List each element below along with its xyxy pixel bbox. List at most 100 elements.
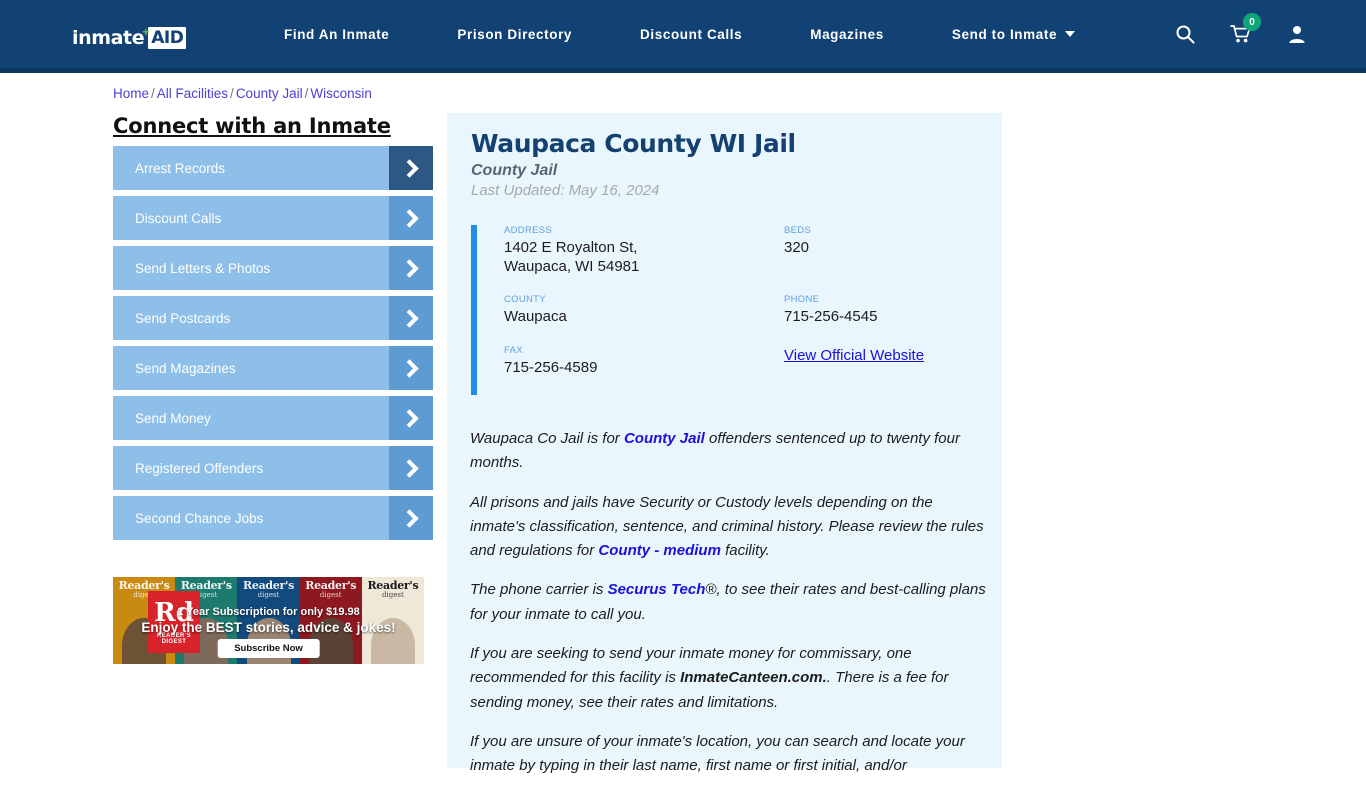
nav-item-prison-directory[interactable]: Prison Directory — [423, 27, 606, 42]
breadcrumb-item-wisconsin[interactable]: Wisconsin — [310, 86, 372, 101]
sidebar-item-label: Send Letters & Photos — [135, 260, 271, 276]
last-updated: Last Updated: May 16, 2024 — [471, 182, 660, 199]
view-official-website-link[interactable]: View Official Website — [784, 347, 924, 364]
advertisement-banner[interactable]: Reader's digest Reader's digest Reader's… — [113, 577, 424, 664]
info-label: FAX — [504, 344, 523, 356]
nav-item-magazines[interactable]: Magazines — [776, 27, 918, 42]
facility-description: Waupaca Co Jail is for County Jail offen… — [470, 427, 986, 794]
sidebar-item-discount-calls[interactable]: Discount Calls — [113, 196, 433, 240]
facility-type: County Jail — [471, 162, 558, 179]
cart-count-badge: 0 — [1243, 13, 1261, 31]
ad-cover-title: Reader's — [305, 579, 357, 592]
paragraph-5: If you are unsure of your inmate's locat… — [470, 732, 965, 775]
info-value-fax: 715-256-4589 — [504, 358, 598, 376]
ad-cover-title: Reader's — [118, 579, 170, 592]
sidebar-item-label: Send Postcards — [135, 310, 231, 326]
chevron-right-icon — [389, 246, 433, 290]
main-nav: Find An Inmate Prison Directory Discount… — [250, 0, 1109, 68]
paragraph-3: The phone carrier is Securus Tech®, to s… — [470, 578, 986, 627]
nav-item-send-to-inmate[interactable]: Send to Inmate — [918, 27, 1109, 42]
breadcrumb: Home / All Facilities / County Jail / Wisconsi… — [113, 86, 372, 101]
breadcrumb-separator: / — [151, 86, 155, 101]
ad-cover-sub: digest — [257, 591, 280, 599]
ad-headline-secondary: Enjoy the BEST stories, advice & jokes! — [141, 620, 396, 635]
chevron-right-icon — [389, 196, 433, 240]
info-label: BEDS — [784, 225, 812, 236]
ad-cover-sub: digest — [319, 591, 342, 599]
info-label: ADDRESS — [504, 225, 553, 236]
info-value-county: Waupaca — [504, 308, 567, 326]
info-cell-address: ADDRESS 1402 E Royalton St, Waupaca, WI … — [504, 225, 784, 276]
facility-info-grid: ADDRESS 1402 E Royalton St, Waupaca, WI … — [504, 225, 981, 395]
ad-cover-title: Reader's — [243, 579, 294, 592]
sidebar-button-list: Arrest Records Discount Calls Send Lette… — [113, 146, 433, 546]
ad-subscribe-button[interactable]: Subscribe Now — [217, 639, 320, 658]
sidebar-item-send-letters-photos[interactable]: Send Letters & Photos — [113, 246, 433, 290]
header-bottom-strip — [0, 68, 1366, 73]
logo-plus-icon: + — [142, 25, 150, 39]
info-value-beds: 320 — [784, 239, 810, 256]
facility-info-block: ADDRESS 1402 E Royalton St, Waupaca, WI … — [471, 225, 981, 395]
ad-headline-primary: 1 Year Subscription for only $19.98 — [177, 606, 360, 618]
info-value-phone: 715-256-4545 — [784, 308, 878, 326]
info-value-address: 1402 E Royalton St, Waupaca, WI 54981 — [504, 239, 640, 276]
sidebar-item-label: Second Chance Jobs — [135, 510, 264, 526]
chevron-right-icon — [389, 446, 433, 490]
sidebar-item-label: Arrest Records — [135, 160, 226, 176]
p4-inmatecanteen[interactable]: InmateCanteen.com. — [680, 669, 827, 686]
nav-item-discount-calls[interactable]: Discount Calls — [606, 27, 776, 42]
sidebar-item-label: Registered Offenders — [135, 460, 264, 476]
paragraph-1: Waupaca Co Jail is for County Jail offen… — [470, 427, 986, 476]
chevron-right-icon — [389, 346, 433, 390]
site-logo[interactable]: inmate + AID — [72, 25, 187, 51]
info-label: COUNTY — [504, 294, 546, 306]
p2-link-county-medium[interactable]: County - medium — [598, 542, 721, 559]
info-label: PHONE — [784, 294, 820, 306]
breadcrumb-separator: / — [230, 86, 234, 101]
sidebar-item-registered-offenders[interactable]: Registered Offenders — [113, 446, 433, 490]
sidebar-item-send-money[interactable]: Send Money — [113, 396, 433, 440]
p1-link-county-jail[interactable]: County Jail — [624, 430, 705, 447]
p3-text-a: The phone carrier is — [470, 581, 608, 599]
chevron-right-icon — [389, 396, 433, 440]
info-cell-fax: FAX 715-256-4589 — [504, 345, 784, 377]
header-icon-group: 0 — [1174, 0, 1308, 68]
info-cell-website: View Official Website — [784, 345, 1014, 377]
chevron-right-icon — [389, 146, 433, 190]
sidebar-item-second-chance-jobs[interactable]: Second Chance Jobs — [113, 496, 433, 540]
chevron-right-icon — [389, 296, 433, 340]
logo-word: inmate — [72, 27, 145, 49]
page-title: Waupaca County WI Jail — [471, 129, 796, 158]
chevron-right-icon — [389, 496, 433, 540]
site-header: inmate + AID Find An Inmate Prison Direc… — [0, 0, 1366, 68]
breadcrumb-separator: / — [304, 86, 309, 101]
nav-item-find-an-inmate[interactable]: Find An Inmate — [250, 27, 423, 42]
facility-detail-panel: Waupaca County WI Jail County Jail Last … — [447, 113, 1002, 774]
p3-link-securus-tech[interactable]: Securus Tech — [608, 581, 706, 598]
ad-cover-title: Reader's — [367, 579, 419, 592]
sidebar-title: Connect with an Inmate — [113, 114, 391, 138]
p1-text-a: Waupaca Co Jail is for — [470, 430, 624, 447]
cart-icon[interactable]: 0 — [1230, 13, 1261, 46]
p2-text-c: facility. — [720, 542, 770, 560]
sidebar-item-label: Send Money — [135, 410, 211, 426]
breadcrumb-item-all-facilities[interactable]: All Facilities — [157, 86, 228, 101]
ad-cover-title: Reader's — [180, 579, 232, 592]
paragraph-2: All prisons and jails have Security or C… — [470, 491, 986, 564]
sidebar-item-arrest-records[interactable]: Arrest Records — [113, 146, 433, 190]
breadcrumb-item-home[interactable]: Home — [113, 86, 149, 101]
info-cell-phone: PHONE 715-256-4545 — [784, 294, 1014, 326]
ad-logo-line2: DIGEST — [161, 638, 187, 645]
info-cell-beds: BEDS 320 — [784, 225, 1014, 276]
user-icon[interactable] — [1286, 22, 1308, 46]
ad-cover-sub: digest — [382, 591, 404, 599]
sidebar-item-send-postcards[interactable]: Send Postcards — [113, 296, 433, 340]
paragraph-4: If you are seeking to send your inmate m… — [470, 642, 986, 715]
breadcrumb-item-county-jail[interactable]: County Jail — [236, 86, 303, 101]
sidebar-item-send-magazines[interactable]: Send Magazines — [113, 346, 433, 390]
sidebar-item-label: Discount Calls — [135, 210, 222, 226]
sidebar-item-label: Send Magazines — [135, 360, 236, 376]
search-icon[interactable] — [1174, 22, 1196, 46]
logo-aid: AID — [148, 27, 187, 49]
info-cell-county: COUNTY Waupaca — [504, 294, 784, 326]
